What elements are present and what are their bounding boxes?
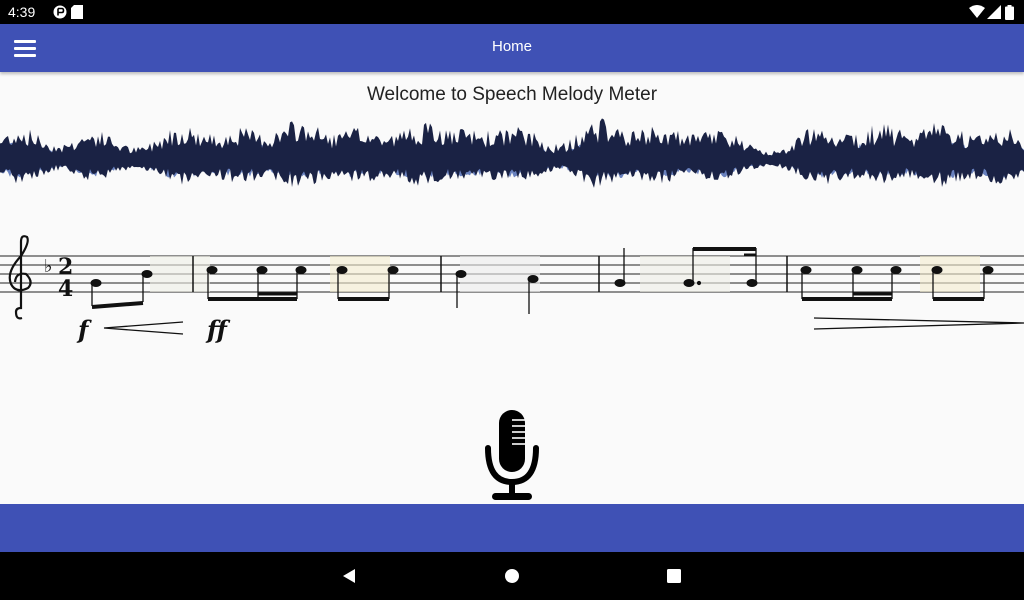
treble-clef [8, 235, 32, 320]
waveform-image [0, 118, 1024, 188]
app-bar: Home [0, 24, 1024, 72]
bottom-bar [0, 504, 1024, 552]
battery-icon [1005, 5, 1014, 20]
time-signature-bottom: 4 [58, 276, 73, 302]
dynamic-fortissimo: ff [205, 315, 231, 344]
status-bar: 4:39 [0, 0, 1024, 24]
hairpins [103, 317, 1024, 335]
microphone-icon[interactable] [484, 408, 540, 502]
dynamic-forte: f [76, 315, 92, 344]
home-icon[interactable] [501, 566, 523, 586]
wifi-icon [969, 5, 985, 18]
system-nav-bar [0, 552, 1024, 600]
welcome-heading: Welcome to Speech Melody Meter [366, 84, 658, 105]
page-title: Home [491, 38, 532, 55]
notes [90, 247, 994, 314]
signal-icon [987, 5, 1001, 19]
sd-card-icon [71, 5, 83, 19]
media-icon [53, 5, 67, 19]
key-signature: ♭ [44, 256, 53, 277]
status-time: 4:39 [8, 4, 36, 20]
back-icon[interactable] [339, 566, 361, 586]
recents-icon[interactable] [663, 566, 685, 586]
sheet-music-image: ♭ 2 4 f ff [0, 235, 1024, 344]
